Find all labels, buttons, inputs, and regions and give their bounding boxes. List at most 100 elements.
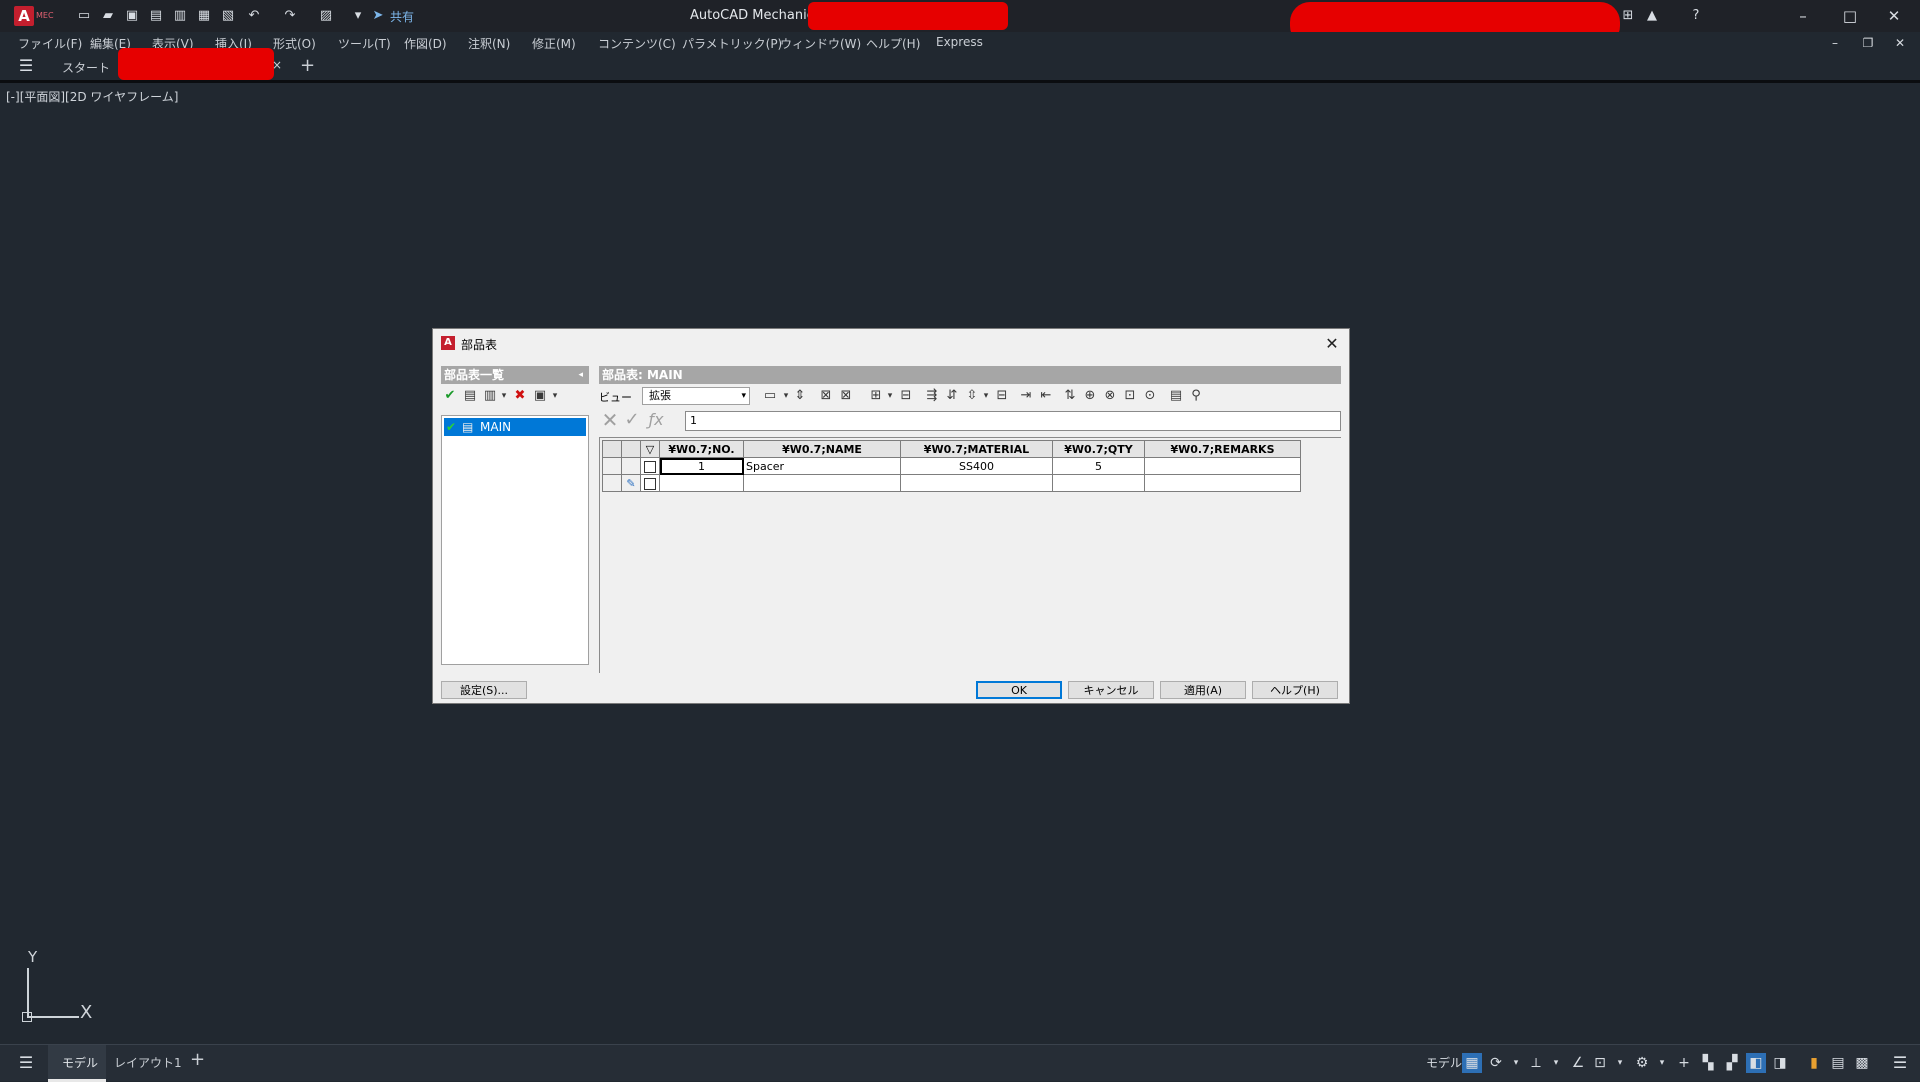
dropdown-icon[interactable]: ▾	[1610, 1053, 1630, 1073]
row-checkbox[interactable]	[644, 460, 656, 473]
cell-name[interactable]	[743, 474, 901, 492]
doc-restore-icon[interactable]: ❐	[1858, 33, 1878, 53]
cell-qty[interactable]	[1052, 474, 1145, 492]
plot-icon[interactable]: ▦	[196, 8, 212, 24]
copy-bom-icon[interactable]: ▤	[461, 387, 479, 405]
new-icon[interactable]: ▭	[76, 8, 92, 24]
viewport-controls-label[interactable]: [-][平面図][2D ワイヤフレーム]	[6, 88, 178, 105]
save-as-icon[interactable]: ▤	[148, 8, 164, 24]
add-item-icon[interactable]: ⊕	[1081, 387, 1099, 405]
delete-icon[interactable]: ✖	[511, 387, 529, 405]
add-layout-button[interactable]: +	[190, 1049, 205, 1070]
delete-item-icon[interactable]: ⊗	[1101, 387, 1119, 405]
collapse-icon[interactable]: ◂	[578, 366, 583, 384]
menu-express[interactable]: Express	[936, 35, 983, 49]
clean-screen-icon[interactable]: ▩	[1852, 1053, 1872, 1073]
formula-input[interactable]: 1	[685, 411, 1341, 431]
updown-icon[interactable]: ⇕	[791, 387, 809, 405]
dropdown-icon[interactable]: ▾	[350, 8, 366, 24]
snap-icon[interactable]: ⟳	[1486, 1053, 1506, 1073]
workspace-icon[interactable]: ▞	[1722, 1053, 1742, 1073]
cancel-edit-icon[interactable]: ✕	[601, 410, 619, 430]
menu-format[interactable]: 形式(O)	[273, 35, 316, 52]
table-row[interactable]: ✎	[602, 474, 1301, 492]
redo-icon[interactable]: ↷	[282, 8, 298, 24]
hardware-icon[interactable]: ◨	[1770, 1053, 1790, 1073]
doc-minimize-icon[interactable]: –	[1825, 33, 1845, 53]
maximize-icon[interactable]: □	[1840, 6, 1860, 26]
account-icon[interactable]: ▲	[1644, 8, 1660, 24]
app-menu-button[interactable]: A	[14, 6, 34, 26]
cell-qty[interactable]: 5	[1052, 457, 1145, 475]
cell-name[interactable]: Spacer	[743, 457, 901, 475]
web-icon[interactable]: ▥	[172, 8, 188, 24]
menu-parametric[interactable]: パラメトリック(P)	[682, 35, 782, 52]
table-row[interactable]: 1 Spacer SS400 5	[602, 457, 1301, 475]
merge-icon[interactable]: ⊠	[817, 387, 835, 405]
minimize-icon[interactable]: –	[1793, 6, 1813, 26]
gear-icon[interactable]: ⚙	[1632, 1053, 1652, 1073]
help-icon[interactable]: ?	[1688, 8, 1704, 24]
filter-header-cell[interactable]: ▽	[640, 440, 660, 458]
tab-start[interactable]: スタート	[62, 59, 110, 76]
ok-button[interactable]: OK	[976, 681, 1062, 699]
hamburger-icon[interactable]: ☰	[16, 1053, 36, 1073]
print-icon[interactable]: ▧	[220, 8, 236, 24]
column-header[interactable]: ¥W0.7;MATERIAL	[900, 440, 1053, 458]
sort-az-icon[interactable]: ⇅	[1061, 387, 1079, 405]
cell-material[interactable]	[900, 474, 1053, 492]
row-checkbox-cell[interactable]	[640, 474, 660, 492]
dropdown-icon[interactable]: ▾	[1652, 1053, 1672, 1073]
share-icon[interactable]: ➤	[370, 8, 386, 24]
share-label[interactable]: 共有	[390, 8, 414, 25]
plus-icon[interactable]: +	[1674, 1053, 1694, 1073]
cancel-button[interactable]: キャンセル	[1068, 681, 1154, 699]
menu-file[interactable]: ファイル(F)	[18, 35, 82, 52]
tab-layout1[interactable]: レイアウト1	[114, 1054, 182, 1071]
properties-icon[interactable]: ▤	[1167, 387, 1185, 405]
row-selector[interactable]	[602, 474, 622, 492]
undo-icon[interactable]: ↶	[246, 8, 262, 24]
accept-edit-icon[interactable]: ✓	[623, 411, 641, 429]
delete-column-icon[interactable]: ⊟	[897, 387, 915, 405]
quick-props-icon[interactable]: ▤	[1828, 1053, 1848, 1073]
row-checkbox[interactable]	[644, 477, 656, 490]
cell-material[interactable]: SS400	[900, 457, 1053, 475]
column-header[interactable]: ¥W0.7;QTY	[1052, 440, 1145, 458]
ortho-icon[interactable]: ⟂	[1526, 1053, 1546, 1073]
close-tab-icon[interactable]: ×	[272, 58, 282, 72]
cart-icon[interactable]: ⊞	[1620, 8, 1636, 24]
balloon-icon[interactable]: ⊙	[1141, 387, 1159, 405]
doc-close-icon[interactable]: ✕	[1890, 33, 1910, 53]
dropdown-icon[interactable]: ▾	[1506, 1053, 1526, 1073]
menu-window[interactable]: ウィンドウ(W)	[780, 35, 861, 52]
open-icon[interactable]: ▰	[100, 8, 116, 24]
model-space-button[interactable]: モデル	[1426, 1054, 1462, 1071]
outdent-icon[interactable]: ⇤	[1037, 387, 1055, 405]
column-header[interactable]: ¥W0.7;NAME	[743, 440, 901, 458]
grid-icon[interactable]: ▦	[1462, 1053, 1482, 1073]
dialog-close-icon[interactable]: ✕	[1321, 333, 1343, 355]
help-button[interactable]: ヘルプ(H)	[1252, 681, 1338, 699]
hamburger-icon[interactable]: ☰	[18, 58, 34, 74]
menu-annotate[interactable]: 注釈(N)	[468, 35, 510, 52]
tab-model[interactable]: モデル	[48, 1045, 106, 1082]
filter-icon[interactable]: ⊡	[1121, 387, 1139, 405]
annotation-icon[interactable]: ▚	[1698, 1053, 1718, 1073]
customize-icon[interactable]: ☰	[1890, 1053, 1910, 1073]
indent-icon[interactable]: ⇥	[1017, 387, 1035, 405]
link-icon[interactable]: ⚲	[1187, 387, 1205, 405]
renumber-icon[interactable]: ⇵	[943, 387, 961, 405]
add-tab-button[interactable]: +	[300, 55, 315, 76]
osnap-icon[interactable]: ⊡	[1590, 1053, 1610, 1073]
units-icon[interactable]: ▮	[1804, 1053, 1824, 1073]
cell-no[interactable]	[659, 474, 744, 492]
split-icon[interactable]: ⊠	[837, 387, 855, 405]
settings-button[interactable]: 設定(S)...	[441, 681, 527, 699]
filter-icon[interactable]: ▽	[646, 443, 654, 456]
row-checkbox-cell[interactable]	[640, 457, 660, 475]
save-icon[interactable]: ▣	[124, 8, 140, 24]
menu-modify[interactable]: 修正(M)	[532, 35, 576, 52]
menu-draw[interactable]: 作図(D)	[404, 35, 447, 52]
isolate-icon[interactable]: ◧	[1746, 1053, 1766, 1073]
